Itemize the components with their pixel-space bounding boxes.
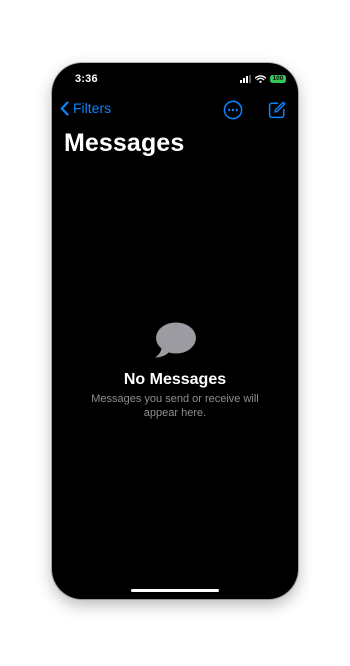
status-icons: 100	[240, 73, 286, 85]
home-indicator[interactable]	[131, 589, 219, 592]
phone-screen: 3:36 100 Filters Messages No Messages Me…	[52, 63, 298, 599]
ellipsis-circle-icon	[223, 100, 243, 124]
wifi-icon	[254, 70, 267, 88]
battery-icon: 100	[270, 75, 286, 83]
cellular-signal-icon	[240, 75, 251, 83]
navigation-bar: Filters	[52, 97, 298, 123]
empty-state-subtitle: Messages you send or receive will appear…	[91, 393, 259, 419]
back-button[interactable]: Filters	[60, 100, 111, 116]
status-bar: 3:36 100	[52, 63, 298, 93]
status-time: 3:36	[75, 73, 98, 85]
speech-bubble-icon	[52, 321, 298, 361]
more-options-button[interactable]	[223, 100, 243, 120]
compose-button[interactable]	[267, 100, 287, 120]
back-button-label: Filters	[73, 100, 112, 116]
screenshot-canvas: 3:36 100 Filters Messages No Messages Me…	[0, 0, 350, 666]
empty-state: No Messages Messages you send or receive…	[52, 321, 298, 420]
chevron-left-icon	[60, 100, 69, 116]
page-title: Messages	[64, 129, 185, 157]
compose-icon	[267, 101, 287, 124]
empty-state-title: No Messages	[123, 371, 227, 388]
